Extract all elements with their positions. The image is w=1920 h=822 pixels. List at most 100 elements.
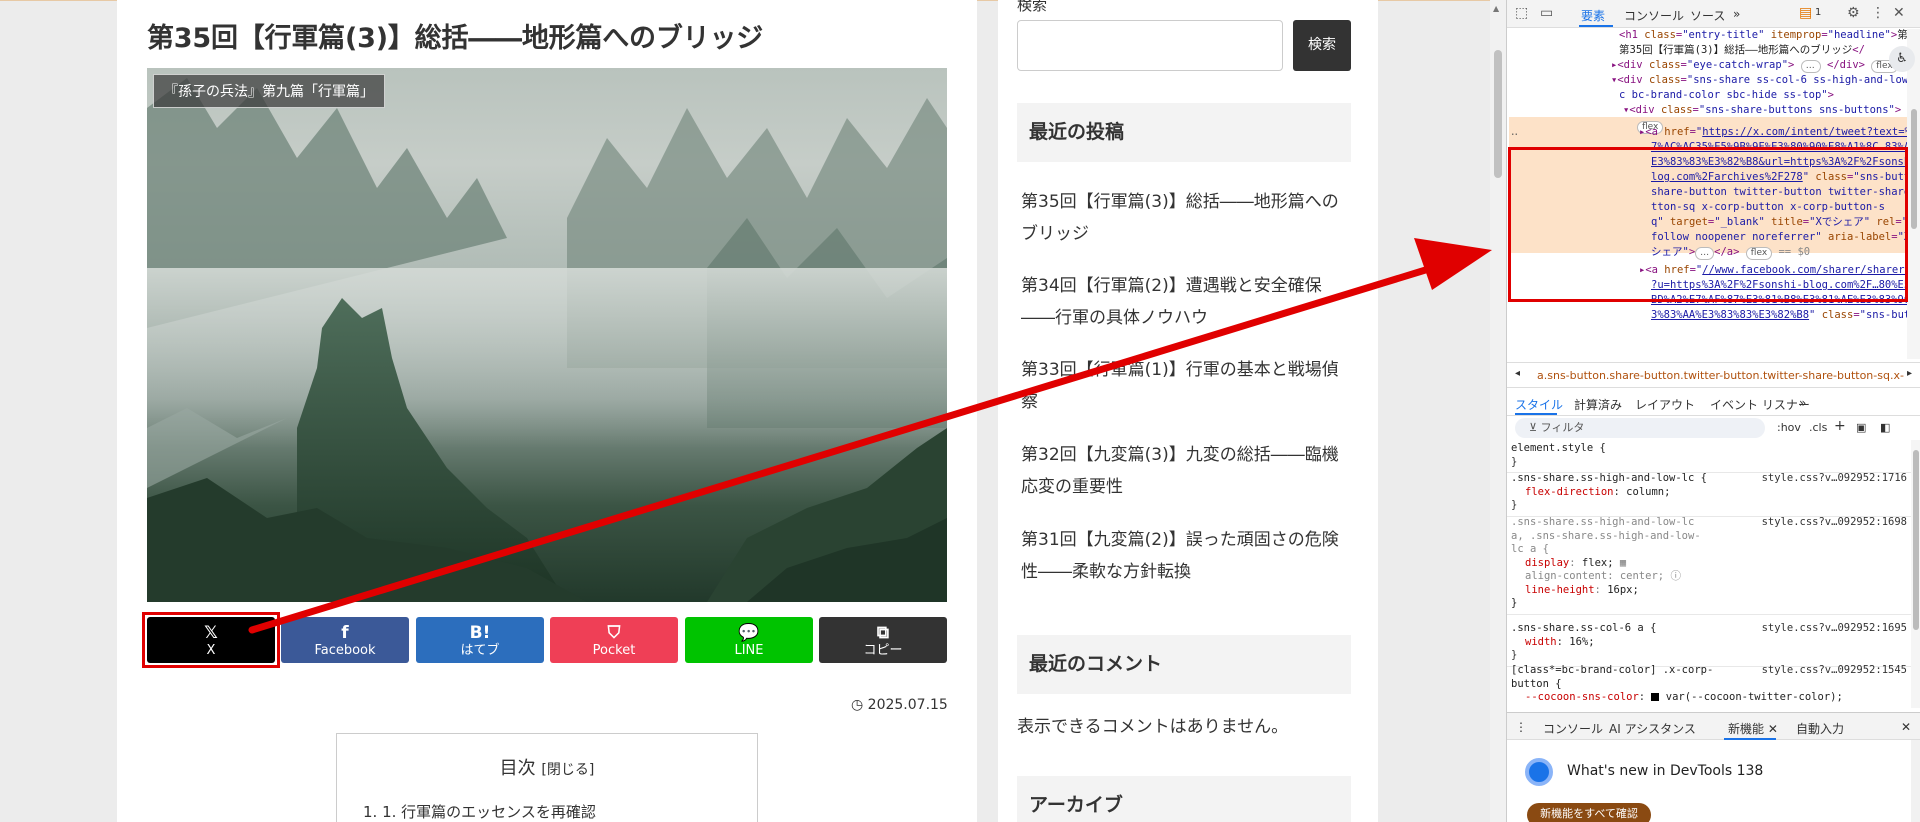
- rule-source-link[interactable]: style.css?v…092952:1716: [1762, 472, 1907, 486]
- issues-count: 1: [1815, 7, 1822, 18]
- flex-editor-icon[interactable]: ▦: [1620, 557, 1626, 569]
- dom-h1[interactable]: <h1 class="entry-title" itemprop="headli…: [1619, 29, 1907, 44]
- info-icon[interactable]: ⓘ: [1670, 570, 1681, 582]
- gear-icon[interactable]: ⚙: [1847, 5, 1860, 21]
- style-rule[interactable]: element.style { }: [1507, 440, 1911, 473]
- recent-post-link[interactable]: 第32回【九変篇(3)】九変の総括――臨機応変の重要性: [1021, 439, 1351, 503]
- rule-property[interactable]: --cocoon-sns-color: var(--cocoon-twitter…: [1511, 691, 1907, 705]
- drawer-tab-console[interactable]: コンソール: [1543, 720, 1603, 737]
- sidebar-toggle-icon[interactable]: ◧: [1880, 421, 1890, 434]
- entry-title: 第35回【行軍篇(3)】総括――地形篇へのブリッジ: [147, 23, 764, 54]
- rule-close: }: [1511, 455, 1518, 468]
- issues-icon[interactable]: ▤: [1799, 5, 1812, 21]
- new-rule-button[interactable]: +: [1834, 418, 1846, 434]
- rule-property[interactable]: align-content: center; ⓘ: [1511, 570, 1907, 584]
- dom-scrollbar[interactable]: [1907, 29, 1920, 359]
- dom-href-line: E3%83%83%E3%82%B8&url=https%3A%2F%2Fsons…: [1651, 156, 1907, 168]
- recent-post-link[interactable]: 第35回【行軍篇(3)】総括――地形篇へのブリッジ: [1021, 186, 1351, 250]
- style-rule[interactable]: .sns-share.ss-high-and-low-lc { style.cs…: [1507, 470, 1911, 517]
- style-rule[interactable]: .sns-share.ss-high-and-low-lc a, .sns-sh…: [1507, 514, 1911, 615]
- drawer-tabs: ⋮ コンソール AI アシスタンス 新機能 ✕ 自動入力 ✕: [1507, 712, 1920, 740]
- dom-sns-buttons-div[interactable]: ▾<div class="sns-share-buttons sns-butto…: [1623, 103, 1901, 119]
- styles-tab-indicator: [1515, 413, 1557, 415]
- dom-scrollbar-thumb[interactable]: [1911, 109, 1917, 229]
- styles-filter-input[interactable]: ⊻ フィルタ: [1515, 418, 1765, 438]
- dom-sns-share-div[interactable]: ▾<div class="sns-share ss-col-6 ss-high-…: [1611, 73, 1907, 89]
- whats-new-scrollbar[interactable]: [1911, 740, 1920, 822]
- tab-event-listeners[interactable]: イベント リスナー: [1710, 396, 1810, 413]
- drawer-tab-whats-new-label: 新機能: [1728, 722, 1765, 736]
- dom-selected-anchor[interactable]: ▸<a href="https://x.com/intent/tweet?tex…: [1639, 125, 1907, 141]
- drawer-close-icon[interactable]: ✕: [1901, 720, 1911, 734]
- style-rule[interactable]: [class*=bc-brand-color] .x-corp-button {…: [1507, 662, 1911, 708]
- scroll-up-icon[interactable]: ▲: [1493, 4, 1499, 13]
- tab-console[interactable]: コンソール: [1624, 7, 1684, 24]
- page-scrollbar[interactable]: ▲: [1490, 0, 1506, 822]
- share-line-button[interactable]: 💬 LINE: [685, 617, 813, 663]
- dom-eyecatch-div[interactable]: ▸<div class="eye-catch-wrap"> … </div> f…: [1611, 58, 1898, 74]
- share-copy-button[interactable]: ⧉ コピー: [819, 617, 947, 663]
- accessibility-tree-icon[interactable]: ♿: [1889, 46, 1915, 72]
- color-swatch[interactable]: [1651, 693, 1660, 701]
- dom-ellipsis-gutter: ‥: [1511, 126, 1519, 138]
- paint-icon[interactable]: ▣: [1856, 421, 1866, 434]
- tab-more-chevron[interactable]: »: [1733, 7, 1740, 21]
- toc-item[interactable]: 1. 1. 行軍篇のエッセンスを再確認: [363, 801, 596, 822]
- rule-selector: .sns-share.ss-high-and-low-lc a, .sns-sh…: [1511, 516, 1701, 555]
- toc-toggle[interactable]: [閉じる]: [541, 762, 594, 778]
- close-icon[interactable]: ✕: [1893, 5, 1905, 21]
- rule-source-link[interactable]: style.css?v…092952:1698: [1762, 516, 1907, 530]
- share-x-button[interactable]: 𝕏 X: [147, 617, 275, 663]
- tab-computed[interactable]: 計算済み: [1574, 396, 1622, 413]
- device-toolbar-icon[interactable]: ▭: [1540, 5, 1553, 21]
- kebab-menu-icon[interactable]: ⋮: [1871, 5, 1885, 21]
- copy-icon: ⧉: [876, 623, 890, 643]
- share-hatena-label: はてブ: [460, 643, 500, 658]
- rule-property[interactable]: line-height: 16px;: [1511, 584, 1907, 598]
- share-facebook-button[interactable]: f Facebook: [281, 617, 409, 663]
- whats-new-button[interactable]: 新機能をすべて確認: [1527, 803, 1651, 822]
- breadcrumb-left-icon[interactable]: ◂: [1515, 368, 1520, 379]
- tab-sources[interactable]: ソース: [1690, 7, 1725, 24]
- rule-property[interactable]: flex-direction: column;: [1511, 486, 1907, 500]
- rule-property[interactable]: width: 16%;: [1511, 636, 1907, 650]
- inspect-element-icon[interactable]: ⬚: [1515, 5, 1528, 21]
- hov-toggle[interactable]: :hov: [1777, 421, 1801, 434]
- tab-styles[interactable]: スタイル: [1515, 396, 1563, 413]
- share-hatena-button[interactable]: B! はてブ: [416, 617, 544, 663]
- category-label[interactable]: 『孫子の兵法』第九篇「行軍篇」: [153, 74, 385, 108]
- whats-new-panel: What's new in DevTools 138 新機能をすべて確認: [1507, 740, 1920, 822]
- share-copy-label: コピー: [863, 643, 903, 658]
- breadcrumb-right-icon[interactable]: ▸: [1907, 368, 1912, 379]
- search-input[interactable]: [1017, 20, 1283, 71]
- close-tab-icon[interactable]: ✕: [1768, 722, 1778, 736]
- drawer-tab-autofill[interactable]: 自動入力: [1796, 720, 1844, 737]
- recent-post-link[interactable]: 第34回【行軍篇(2)】遭遇戦と安全確保――行軍の具体ノウハウ: [1021, 270, 1351, 334]
- share-pocket-button[interactable]: ⛉ Pocket: [550, 617, 678, 663]
- rule-property[interactable]: display: flex; ▦: [1511, 557, 1907, 571]
- dom-href-line: 3%83%AA%E3%83%83%E3%82%B8" class="sns-bu…: [1651, 309, 1907, 321]
- styles-more-chevron[interactable]: »: [1799, 396, 1806, 410]
- rule-source-link[interactable]: style.css?v…092952:1695: [1762, 622, 1907, 636]
- recent-post-link[interactable]: 第33回【行軍篇(1)】行軍の基本と戦場偵察: [1021, 354, 1351, 418]
- rule-source-link[interactable]: style.css?v…092952:1545: [1762, 664, 1907, 678]
- tab-layout[interactable]: レイアウト: [1635, 396, 1695, 413]
- drawer-tab-ai-assistance[interactable]: AI アシスタンス: [1609, 720, 1696, 737]
- breadcrumb-path[interactable]: a.sns-button.share-button.twitter-button…: [1537, 369, 1904, 382]
- recent-post-link[interactable]: 第31回【九変篇(2)】誤った頑固さの危険性――柔軟な方針転換: [1021, 524, 1351, 588]
- search-label: 検索: [1017, 0, 1048, 14]
- search-button[interactable]: 検索: [1293, 20, 1351, 71]
- no-comments-text: 表示できるコメントはありません。: [1017, 717, 1289, 737]
- drawer-menu-icon[interactable]: ⋮: [1515, 720, 1527, 734]
- rule-close: }: [1511, 597, 1518, 609]
- share-line-label: LINE: [734, 643, 764, 658]
- cls-toggle[interactable]: .cls: [1809, 421, 1827, 434]
- drawer-tab-whats-new[interactable]: 新機能 ✕: [1728, 720, 1778, 737]
- dom-attrs-line: q" target="_blank" title="Xでシェア" rel="no: [1651, 216, 1907, 228]
- styles-scrollbar[interactable]: [1911, 440, 1920, 708]
- dom-next-anchor[interactable]: ▸<a href="//www.facebook.com/sharer/shar…: [1639, 263, 1907, 279]
- page-scrollbar-thumb[interactable]: [1494, 50, 1502, 178]
- styles-scrollbar-thumb[interactable]: [1913, 450, 1919, 630]
- style-rule[interactable]: .sns-share.ss-col-6 a { style.css?v…0929…: [1507, 620, 1911, 667]
- tab-elements[interactable]: 要素: [1581, 7, 1605, 24]
